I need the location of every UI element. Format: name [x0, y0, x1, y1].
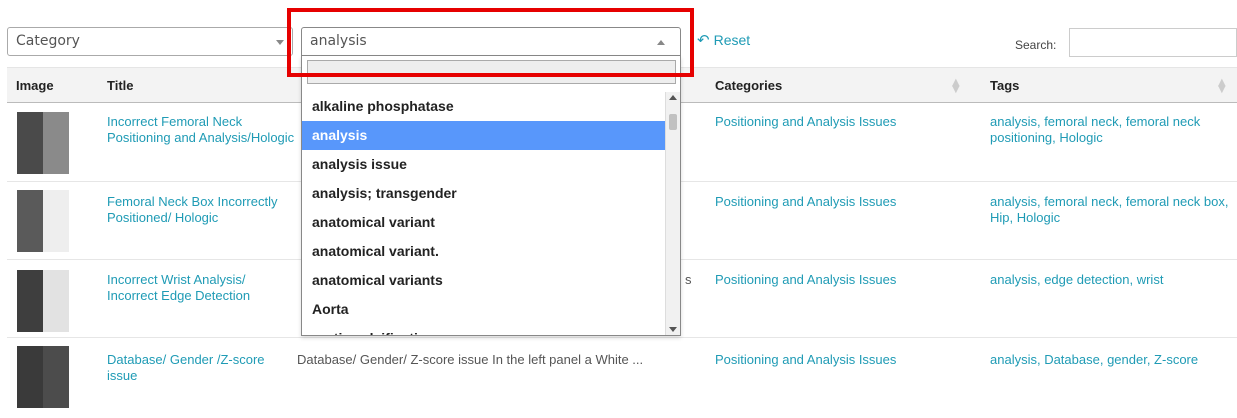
reset-button[interactable]: ↶ Reset [697, 31, 750, 49]
row-category-link[interactable]: Positioning and Analysis Issues [715, 272, 965, 288]
row-description: Database/ Gender/ Z-score issue In the l… [297, 352, 644, 367]
category-select-value: Category [16, 33, 80, 49]
row-category-link[interactable]: Positioning and Analysis Issues [715, 114, 965, 130]
row-title-link[interactable]: Femoral Neck Box Incorrectly Positioned/… [107, 194, 302, 226]
dropdown-scrollbar[interactable] [665, 92, 680, 335]
header-image: Image [16, 78, 54, 93]
row-tags[interactable]: analysis, femoral neck, femoral neck box… [990, 194, 1235, 226]
chevron-down-icon [276, 40, 284, 45]
search-label: Search: [1015, 38, 1057, 52]
header-categories[interactable]: Categories [715, 78, 782, 93]
page: Category analysis ↶ Reset Search: Image T… [0, 0, 1237, 418]
xray-thumbnail[interactable] [17, 112, 69, 174]
dropdown-option[interactable]: anatomical variant [302, 208, 668, 237]
dropdown-option[interactable]: analysis issue [302, 150, 668, 179]
dropdown-option[interactable]: Aorta [302, 295, 668, 324]
scroll-down-icon[interactable] [669, 327, 677, 332]
row-tags[interactable]: analysis, edge detection, wrist [990, 272, 1235, 288]
xray-thumbnail[interactable] [17, 270, 69, 332]
row-tags[interactable]: analysis, Database, gender, Z-score [990, 352, 1235, 368]
sort-icon[interactable]: ▲ ▼ [1218, 78, 1226, 95]
row-title-link[interactable]: Database/ Gender /Z-score issue [107, 352, 292, 384]
row-title-link[interactable]: Incorrect Femoral Neck Positioning and A… [107, 114, 297, 146]
highlight-annotation [287, 8, 694, 77]
row-title-link[interactable]: Incorrect Wrist Analysis/ Incorrect Edge… [107, 272, 297, 304]
dropdown-list: alkaline phosphatase analysis analysis i… [302, 92, 668, 335]
category-select[interactable]: Category [7, 27, 293, 56]
scrollbar-thumb[interactable] [669, 114, 677, 130]
sort-icon[interactable]: ▲ ▼ [952, 78, 960, 95]
header-title[interactable]: Title [107, 78, 134, 93]
search-input[interactable] [1069, 28, 1237, 57]
xray-thumbnail[interactable] [17, 190, 69, 252]
xray-thumbnail[interactable] [17, 346, 69, 408]
table-row: Database/ Gender /Z-score issue Database… [7, 338, 1237, 418]
dropdown-option[interactable]: anatomical variant. [302, 237, 668, 266]
tag-dropdown: alkaline phosphatase analysis analysis i… [301, 56, 681, 336]
row-tags[interactable]: analysis, femoral neck, femoral neck pos… [990, 114, 1235, 146]
reset-icon: ↶ [697, 32, 710, 49]
dropdown-option-selected[interactable]: analysis [302, 121, 668, 150]
dropdown-option[interactable]: anatomical variants [302, 266, 668, 295]
row-category-link[interactable]: Positioning and Analysis Issues [715, 194, 965, 210]
header-tags[interactable]: Tags [990, 78, 1019, 93]
dropdown-option[interactable]: analysis; transgender [302, 179, 668, 208]
row-description: s [685, 272, 692, 287]
reset-label: Reset [713, 32, 751, 48]
dropdown-option[interactable]: aortic calcification [302, 324, 668, 335]
scroll-up-icon[interactable] [669, 95, 677, 100]
dropdown-option[interactable]: alkaline phosphatase [302, 92, 668, 121]
row-category-link[interactable]: Positioning and Analysis Issues [715, 352, 965, 368]
